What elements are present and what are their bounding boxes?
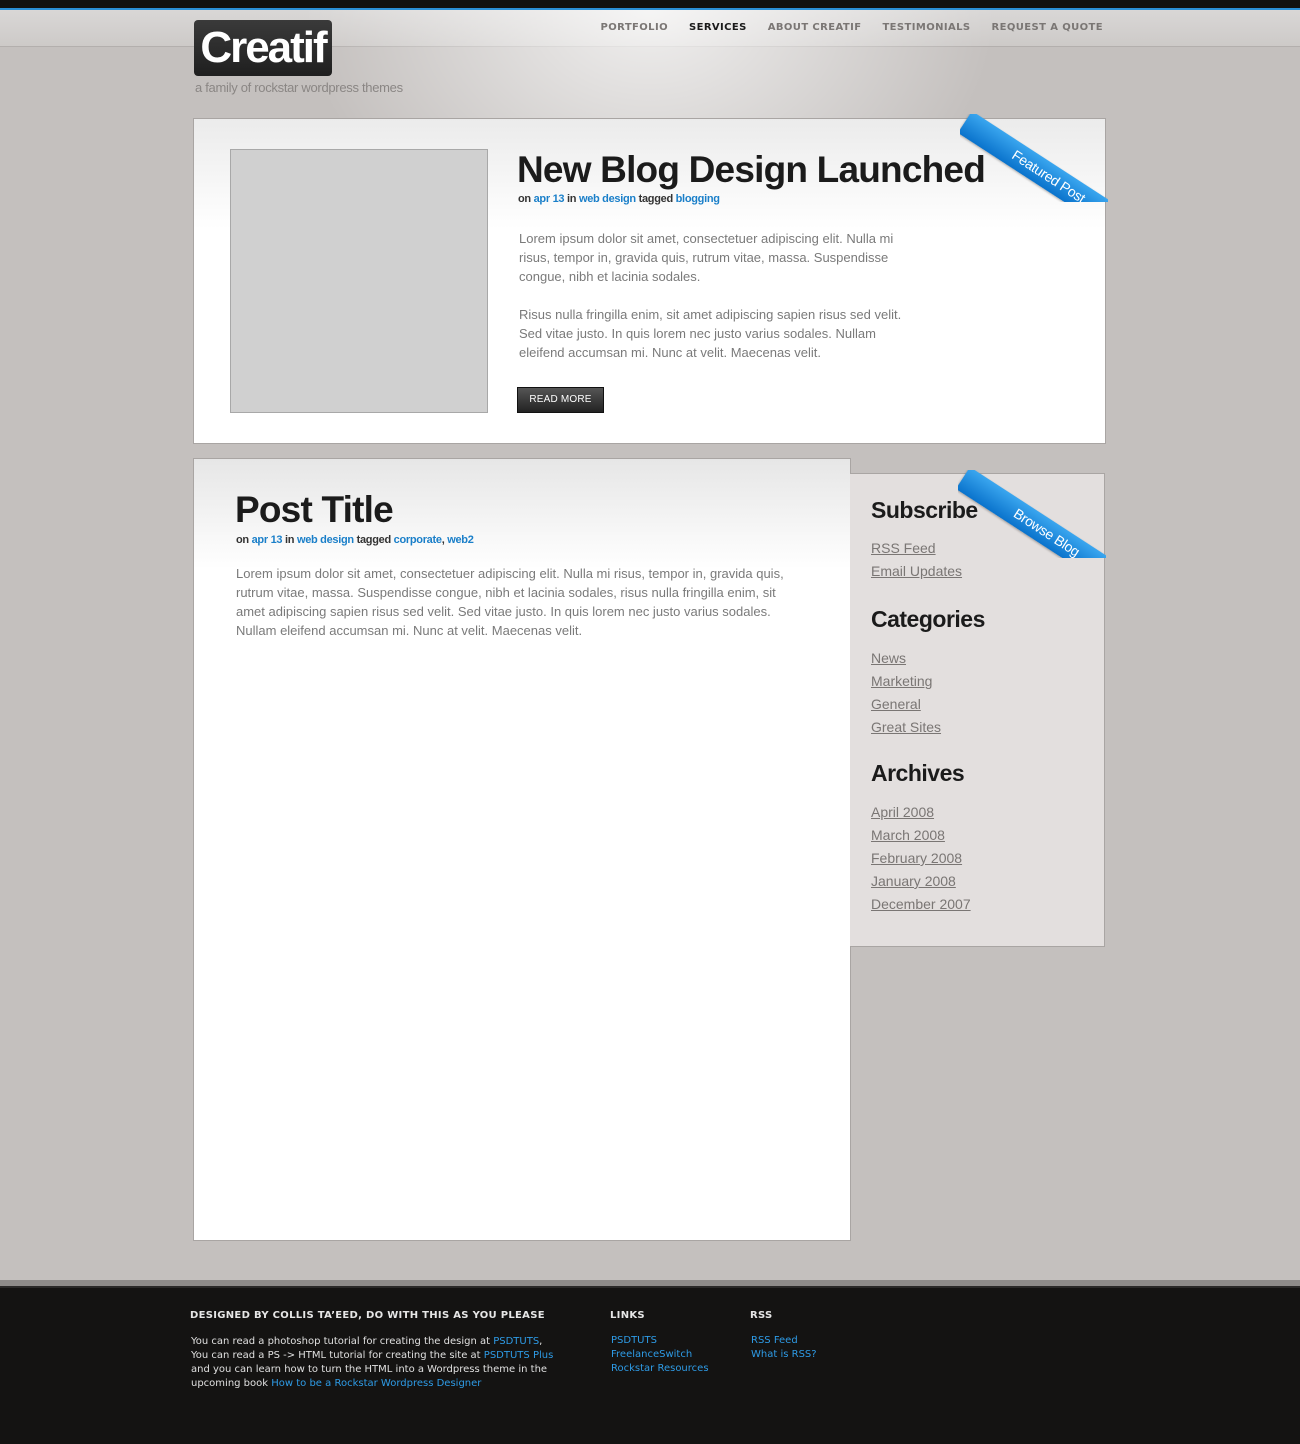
nav-testimonials[interactable]: TESTIMONIALS [882, 22, 970, 33]
featured-thumbnail[interactable] [230, 149, 488, 413]
footer-link-what-is-rss[interactable]: What is RSS? [751, 1349, 817, 1360]
post-meta: on apr 13 in web design tagged corporate… [236, 534, 474, 546]
footer-credit-text: You can read a photoshop tutorial for cr… [191, 1336, 494, 1347]
meta-in-label: in [566, 193, 577, 205]
site-tagline: a family of rockstar wordpress themes [195, 80, 403, 95]
nav-request-quote[interactable]: REQUEST A QUOTE [992, 22, 1103, 33]
featured-paragraph: Risus nulla fringilla enim, sit amet adi… [519, 307, 902, 360]
sidebar-link-general[interactable]: General [871, 696, 921, 712]
meta-on-label: on [236, 534, 249, 546]
sidebar-link-march-2008[interactable]: March 2008 [871, 827, 945, 843]
main-nav: PORTFOLIO SERVICES ABOUT CREATIF TESTIMO… [601, 22, 1103, 33]
featured-excerpt: Lorem ipsum dolor sit amet, consectetuer… [519, 229, 914, 381]
featured-paragraph: Lorem ipsum dolor sit amet, consectetuer… [519, 231, 894, 284]
featured-ribbon-label: Featured Post [960, 114, 1108, 202]
meta-on-label: on [518, 193, 531, 205]
footer-credit-line: upcoming book How to be a Rockstar Wordp… [191, 1377, 481, 1391]
read-more-button[interactable]: READ MORE [517, 387, 604, 413]
browse-blog-ribbon: Browse Blog [958, 470, 1106, 558]
footer-credit-text: and you can learn how to turn the HTML i… [191, 1364, 548, 1375]
sidebar-link-january-2008[interactable]: January 2008 [871, 873, 956, 889]
footer-links-heading: LINKS [610, 1310, 645, 1321]
nav-portfolio[interactable]: PORTFOLIO [601, 22, 668, 33]
browse-ribbon-label: Browse Blog [958, 470, 1106, 558]
featured-post-ribbon: Featured Post [960, 114, 1108, 202]
meta-date-link[interactable]: apr 13 [252, 534, 283, 546]
site-logo[interactable]: Creatif [194, 20, 332, 76]
sidebar-heading-archives: Archives [871, 760, 965, 786]
meta-date-link[interactable]: apr 13 [534, 193, 565, 205]
sidebar-link-december-2007[interactable]: December 2007 [871, 896, 971, 912]
footer-link-psdtuts-plus[interactable]: PSDTUTS Plus [484, 1350, 554, 1361]
sidebar-link-email-updates[interactable]: Email Updates [871, 563, 962, 579]
footer-link-psdtuts-2[interactable]: PSDTUTS [611, 1335, 657, 1346]
nav-about-creatif[interactable]: ABOUT CREATIF [768, 22, 862, 33]
footer: DESIGNED BY COLLIS TA’EED, DO WITH THIS … [0, 1286, 1300, 1444]
footer-link-rockstar-resources[interactable]: Rockstar Resources [611, 1363, 709, 1374]
footer-credit-text: You can read a PS -> HTML tutorial for c… [191, 1350, 484, 1361]
meta-tag-link[interactable]: corporate [394, 534, 442, 546]
meta-tag-link[interactable]: web2 [447, 534, 474, 546]
footer-link-rockstar-book[interactable]: How to be a Rockstar Wordpress Designer [271, 1378, 481, 1389]
sidebar-link-great-sites[interactable]: Great Sites [871, 719, 941, 735]
sidebar-link-april-2008[interactable]: April 2008 [871, 804, 934, 820]
nav-services[interactable]: SERVICES [689, 22, 747, 33]
sidebar-heading-categories: Categories [871, 606, 985, 632]
footer-link-rss-feed[interactable]: RSS Feed [751, 1335, 798, 1346]
footer-credit-line: You can read a PS -> HTML tutorial for c… [191, 1349, 553, 1363]
sidebar-link-marketing[interactable]: Marketing [871, 673, 932, 689]
footer-credit-text: upcoming book [191, 1378, 272, 1389]
footer-rss-heading: RSS [750, 1310, 773, 1321]
sidebar-link-rss-feed[interactable]: RSS Feed [871, 540, 936, 556]
footer-credit-heading: DESIGNED BY COLLIS TA’EED, DO WITH THIS … [190, 1310, 545, 1321]
meta-category-link[interactable]: web design [297, 534, 354, 546]
meta-in-label: in [284, 534, 295, 546]
sidebar-link-february-2008[interactable]: February 2008 [871, 850, 962, 866]
sidebar-link-news[interactable]: News [871, 650, 906, 666]
meta-category-link[interactable]: web design [579, 193, 636, 205]
footer-link-freelanceswitch[interactable]: FreelanceSwitch [611, 1349, 692, 1360]
featured-meta: on apr 13 in web design tagged blogging [518, 193, 720, 205]
blog-post: Post Title on apr 13 in web design tagge… [193, 458, 851, 1241]
post-title[interactable]: Post Title [235, 489, 394, 531]
meta-tagged-label: tagged [638, 193, 674, 205]
footer-credit-line: and you can learn how to turn the HTML i… [191, 1363, 547, 1377]
meta-tag-link[interactable]: blogging [676, 193, 720, 205]
featured-title[interactable]: New Blog Design Launched [517, 149, 986, 191]
footer-credit-line: You can read a photoshop tutorial for cr… [191, 1335, 542, 1349]
footer-link-psdtuts[interactable]: PSDTUTS [493, 1336, 539, 1347]
top-strip [0, 0, 1300, 10]
post-body: Lorem ipsum dolor sit amet, consectetuer… [236, 566, 784, 638]
meta-tagged-label: tagged [356, 534, 392, 546]
footer-credit-punct: , [539, 1336, 543, 1347]
